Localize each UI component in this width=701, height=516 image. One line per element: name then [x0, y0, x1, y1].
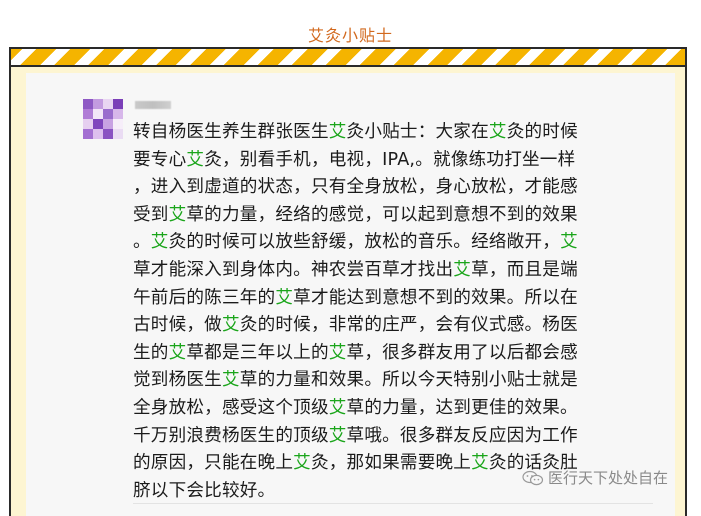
message-line: ，进入到虚道的状态，只有全身放松，身心放松，才能感 — [133, 174, 638, 202]
avatar-pixel — [93, 119, 103, 129]
message-text: 脐以下会比较好。 — [133, 480, 276, 501]
highlighted-term: 艾 — [471, 453, 489, 474]
highlighted-term: 艾 — [328, 342, 347, 363]
avatar-pixel — [83, 109, 93, 119]
message-line: 生的艾草都是三年以上的艾草，很多群友用了以后都会感 — [133, 340, 638, 368]
message-text: ，进入到虚道的状态，只有全身放松，身心放松，才能感 — [133, 177, 578, 198]
avatar-pixel — [83, 119, 93, 129]
avatar-pixel — [103, 119, 113, 129]
avatar-pixel — [83, 99, 93, 109]
message-text: 灸的时候 — [506, 122, 578, 142]
message-text: 草才能达到意想不到的效果。所以在 — [293, 287, 578, 308]
message-text: 古时候，做 — [133, 315, 222, 336]
divider — [133, 503, 653, 504]
message-text: 草，而且是端 — [471, 259, 578, 280]
avatar-pixel — [93, 99, 103, 109]
watermark: 医行天下处处自在 — [522, 467, 668, 488]
message-line: 觉到杨医生艾草的力量和效果。所以今天特别小贴士就是 — [133, 367, 638, 395]
message-line: 。艾灸的时候可以放些舒缓，放松的音乐。经络敞开，艾 — [133, 229, 638, 257]
avatar-pixel — [103, 129, 113, 139]
highlighted-term: 艾 — [150, 232, 169, 253]
message-text: 草的力量，达到更佳的效果。 — [346, 397, 578, 418]
highlighted-term: 艾 — [293, 453, 311, 474]
message-line: 千万别浪费杨医生的顶级艾草哦。很多群友反应因为工作 — [133, 423, 638, 451]
wechat-icon — [522, 470, 544, 485]
message-text: 转自杨医生养生群张医生 — [133, 122, 329, 142]
message-text: 灸的时候，非常的庄严，会有仪式感。杨医 — [239, 315, 578, 336]
message-line: 转自杨医生养生群张医生艾灸小贴士：大家在艾灸的时候 — [133, 119, 638, 147]
message-text: 草哦。很多群友反应因为工作 — [346, 425, 578, 446]
highlighted-term: 艾 — [328, 397, 347, 418]
highlighted-term: 艾 — [488, 122, 507, 142]
message-text: 草都是三年以上的 — [186, 342, 329, 363]
message-text: 灸的时候可以放些舒缓，放松的音乐。经络敞开， — [168, 232, 561, 253]
message-line: 要专心艾灸，别看手机，电视，IPA,。就像练功打坐一样 — [133, 147, 638, 175]
highlighted-term: 艾 — [560, 232, 578, 253]
highlighted-term: 艾 — [168, 204, 187, 225]
message-text: 草，很多群友用了以后都会感 — [346, 342, 578, 363]
message-line: 古时候，做艾灸的时候，非常的庄严，会有仪式感。杨医 — [133, 312, 638, 340]
avatar-pixel — [93, 129, 103, 139]
highlighted-term: 艾 — [221, 370, 240, 391]
message-bubble: 转自杨医生养生群张医生艾灸小贴士：大家在艾灸的时候 要专心艾灸，别看手机，电视，I… — [133, 119, 638, 505]
highlighted-term: 艾 — [453, 259, 472, 280]
message-line: 全身放松，感受这个顶级艾草的力量，达到更佳的效果。 — [133, 395, 638, 423]
message-line: 受到艾草的力量，经络的感觉，可以起到意想不到的效果 — [133, 202, 638, 230]
avatar-pixel — [113, 129, 123, 139]
caution-stripe-border — [9, 47, 687, 67]
message-text: 千万别浪费杨医生的顶级 — [133, 425, 329, 446]
avatar-pixel — [93, 109, 103, 119]
avatar-pixel — [113, 99, 123, 109]
message-line: 午前后的陈三年的艾草才能达到意想不到的效果。所以在 — [133, 285, 638, 313]
message-text: 觉到杨医生 — [133, 370, 222, 391]
message-text: 草的力量和效果。所以今天特别小贴士就是 — [239, 370, 578, 391]
highlighted-term: 艾 — [328, 122, 347, 142]
avatar-pixel — [113, 119, 123, 129]
highlighted-term: 艾 — [186, 149, 205, 170]
highlighted-term: 艾 — [168, 342, 187, 363]
chat-card: 转自杨医生养生群张医生艾灸小贴士：大家在艾灸的时候 要专心艾灸，别看手机，电视，I… — [26, 73, 675, 516]
avatar-pixel — [113, 109, 123, 119]
message-text: 灸小贴士：大家在 — [346, 122, 489, 142]
highlighted-term: 艾 — [328, 425, 347, 446]
message-text: 灸，别看手机，电视，IPA,。就像练功打坐一样 — [204, 149, 576, 170]
avatar-pixel — [103, 109, 113, 119]
avatar[interactable] — [83, 99, 123, 139]
message-line: 草才能深入到身体内。神农尝百草才找出艾草，而且是端 — [133, 257, 638, 285]
page-title: 艾灸小贴士 — [307, 26, 393, 45]
message-text: 受到 — [133, 204, 169, 225]
sender-name — [135, 101, 171, 109]
message-text: 生的 — [133, 342, 169, 363]
message-text: 的原因，只能在晚上 — [133, 453, 294, 474]
message-text: 草的力量，经络的感觉，可以起到意想不到的效果 — [186, 204, 578, 225]
avatar-pixel — [83, 129, 93, 139]
message-text: 灸，那如果需要晚上 — [310, 453, 472, 474]
message-text: 要专心 — [133, 149, 187, 170]
watermark-text: 医行天下处处自在 — [548, 469, 669, 487]
highlighted-term: 艾 — [275, 287, 294, 308]
message-text: 。 — [133, 232, 151, 253]
message-text: 午前后的陈三年的 — [133, 287, 276, 308]
highlighted-term: 艾 — [221, 315, 240, 336]
avatar-pixel — [103, 99, 113, 109]
message-text: 草才能深入到身体内。神农尝百草才找出 — [133, 259, 454, 280]
message-text: 全身放松，感受这个顶级 — [133, 397, 329, 418]
